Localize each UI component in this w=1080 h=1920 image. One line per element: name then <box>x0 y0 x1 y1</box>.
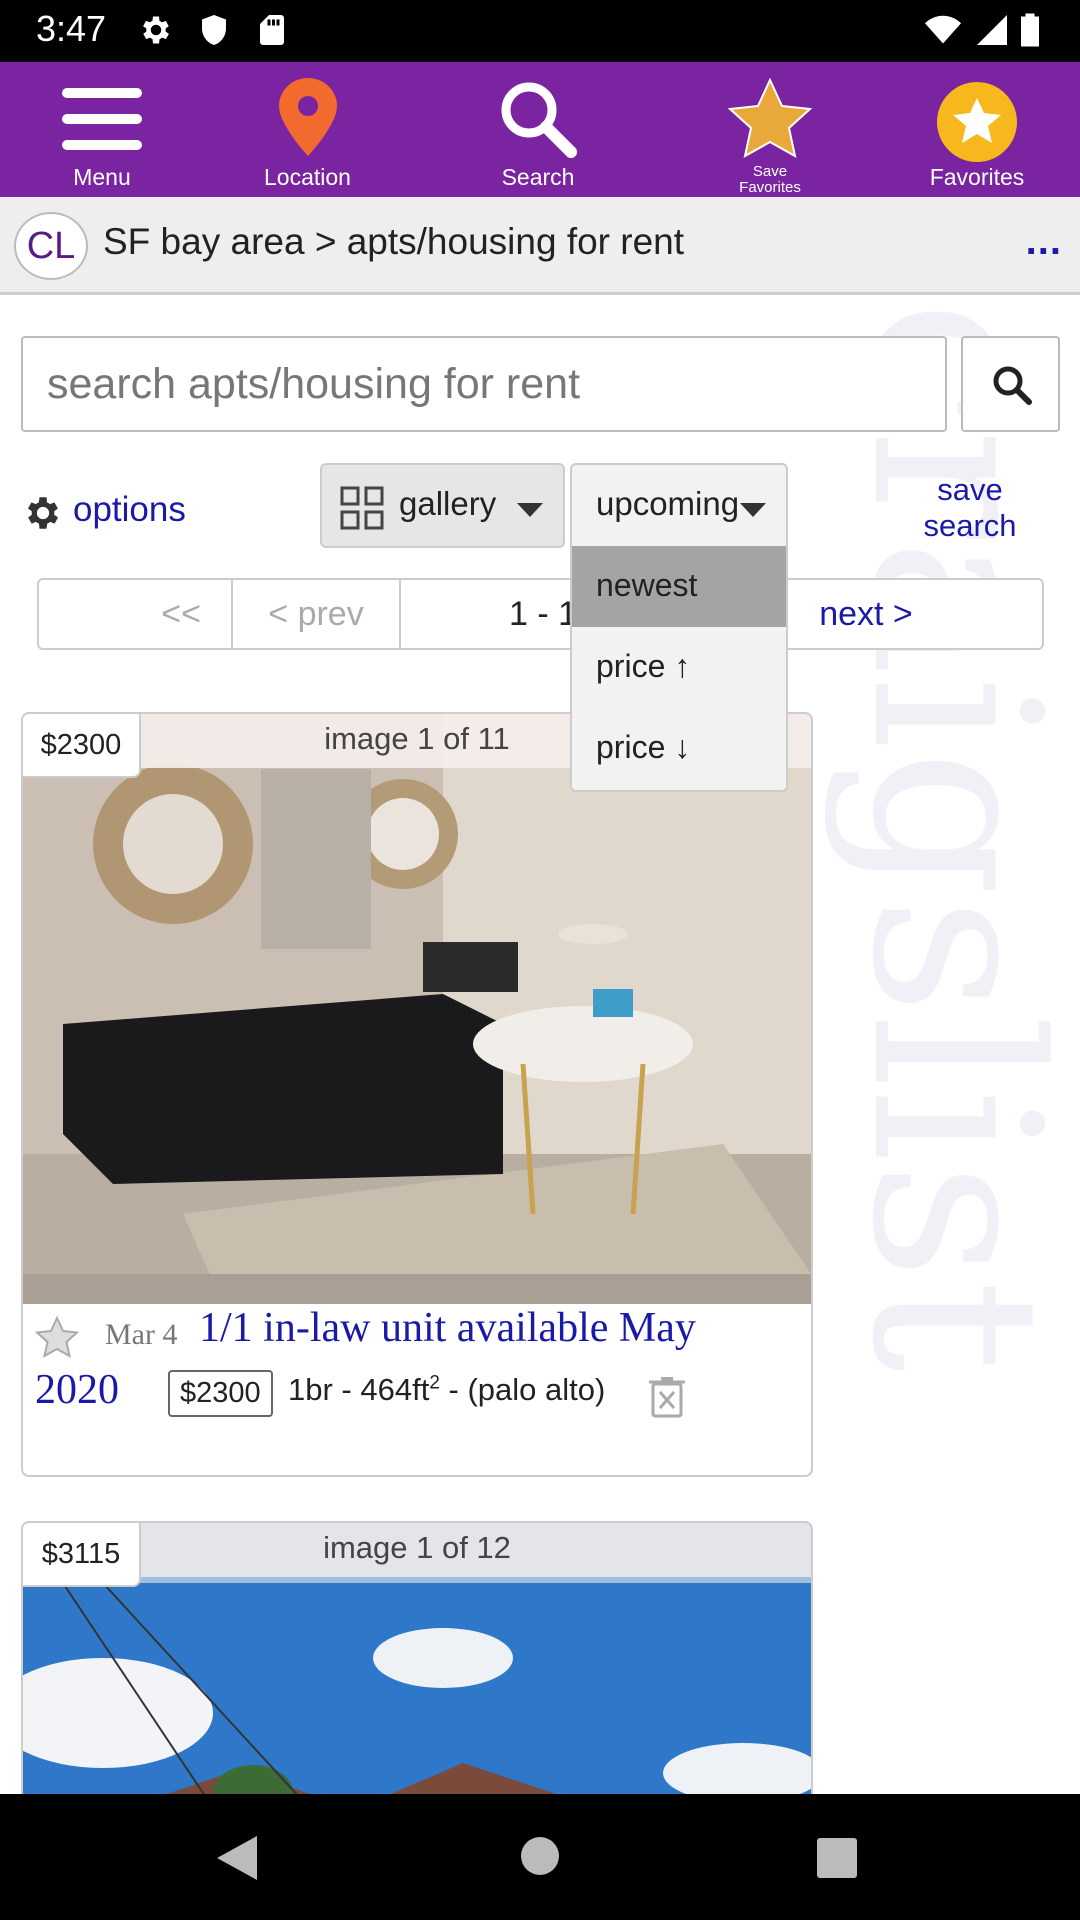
chevron-down-icon <box>517 503 543 517</box>
search-label: Search <box>501 164 575 190</box>
watermark-text: craigslist <box>821 300 1080 1373</box>
shield-icon <box>202 15 226 45</box>
save-search-line2: search <box>923 508 1017 543</box>
housing-size-exponent: 2 <box>429 1372 440 1394</box>
favorites-button[interactable]: Favorites <box>926 62 1028 197</box>
image-counter: image 1 of 12 <box>23 1523 811 1577</box>
listing-photo[interactable] <box>23 714 811 1304</box>
next-page-button[interactable]: next > <box>796 580 936 648</box>
save-search-line1: save <box>937 472 1003 507</box>
hamburger-menu-icon <box>62 88 142 150</box>
listing-title-continued[interactable]: 2020 <box>35 1366 119 1414</box>
search-icon <box>993 366 1032 405</box>
menu-label: Menu <box>73 164 131 190</box>
status-bar: 3:47 <box>0 0 1080 62</box>
location-label: Location <box>264 164 351 190</box>
chevron-down-icon <box>740 503 766 517</box>
result-range: 1 - 120 <box>509 595 615 633</box>
options-label: options <box>73 490 186 529</box>
hide-listing-icon[interactable] <box>647 1376 687 1418</box>
sort-option-price-asc[interactable]: price ↑ <box>572 627 786 708</box>
location-button[interactable]: Location <box>250 62 365 197</box>
system-nav-bar <box>0 1794 1080 1920</box>
sd-card-icon <box>260 15 284 45</box>
save-star-icon <box>727 78 813 158</box>
recents-icon[interactable] <box>817 1838 857 1878</box>
prev-page-button[interactable]: < prev <box>233 580 401 648</box>
listing-price: $2300 <box>168 1370 273 1417</box>
home-icon[interactable] <box>520 1836 560 1876</box>
status-time: 3:47 <box>36 8 107 49</box>
breadcrumb-bar: CL SF bay area > apts/housing for rent .… <box>0 197 1080 295</box>
post-date: Mar 4 <box>105 1318 178 1351</box>
battery-icon <box>1021 13 1039 47</box>
save-favorites-line1: Save <box>752 163 788 180</box>
breadcrumb[interactable]: SF bay area > apts/housing for rent <box>103 221 684 263</box>
save-search-link[interactable]: save search <box>905 472 1035 544</box>
favorite-star-icon[interactable] <box>35 1316 79 1358</box>
housing-size: 1br - 464ft <box>288 1372 430 1407</box>
view-mode-label: gallery <box>399 485 497 522</box>
price-badge: $3115 <box>23 1523 141 1587</box>
sort-select[interactable]: upcoming <box>570 463 788 548</box>
wifi-icon <box>925 15 961 44</box>
listing-title[interactable]: 1/1 in-law unit available May <box>199 1304 696 1352</box>
cell-signal-icon <box>977 15 1007 45</box>
app-toolbar: Menu Location Search Save Favorites Favo… <box>0 62 1080 197</box>
sort-selected-label: upcoming <box>596 485 740 522</box>
save-favorites-label: Save Favorites <box>720 164 820 196</box>
gear-icon <box>27 497 59 529</box>
favorites-star-icon <box>937 82 1017 162</box>
craigslist-logo[interactable]: CL <box>14 212 88 280</box>
save-favorites-button[interactable]: Save Favorites <box>720 62 820 197</box>
listing-location: - (palo alto) <box>439 1372 606 1407</box>
listing-card[interactable]: image 1 of 11 $2300 Mar 4 1/1 in-law uni… <box>21 712 813 1477</box>
first-page-button[interactable]: << <box>39 580 233 648</box>
back-icon[interactable] <box>215 1834 259 1882</box>
menu-button[interactable]: Menu <box>52 62 152 197</box>
price-badge: $2300 <box>23 714 141 778</box>
view-mode-select[interactable]: gallery <box>320 463 565 548</box>
housing-info: 1br - 464ft2 - (palo alto) <box>288 1372 605 1408</box>
favorites-label: Favorites <box>929 164 1025 190</box>
save-favorites-line2: Favorites <box>739 179 801 196</box>
location-pin-icon <box>278 78 337 156</box>
sort-option-newest[interactable]: newest <box>572 546 786 627</box>
search-input[interactable] <box>21 336 947 432</box>
pagination: << < prev 1 - 120 next > <box>37 578 1044 650</box>
sort-option-price-desc[interactable]: price ↓ <box>572 708 786 789</box>
listing-card[interactable]: image 1 of 12 $3115 <box>21 1521 813 1821</box>
search-submit-button[interactable] <box>961 336 1060 432</box>
settings-gear-icon <box>143 16 169 44</box>
gallery-grid-icon <box>340 486 384 530</box>
magnifier-icon <box>501 82 577 158</box>
more-options-icon[interactable]: ... <box>1026 219 1062 264</box>
sort-dropdown-menu: newest price ↑ price ↓ <box>570 546 788 792</box>
search-button[interactable]: Search <box>478 62 598 197</box>
